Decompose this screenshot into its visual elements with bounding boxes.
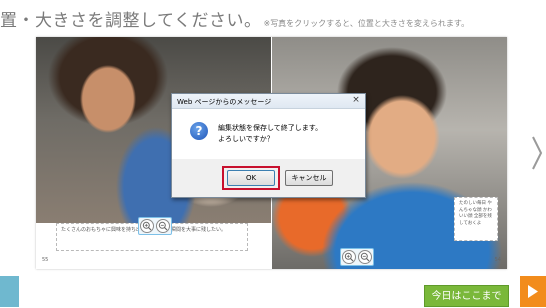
dialog-title: Web ページからのメッセージ bbox=[177, 98, 272, 106]
zoom-in-icon[interactable] bbox=[140, 219, 154, 233]
zoom-out-icon[interactable] bbox=[358, 250, 372, 264]
close-icon[interactable]: × bbox=[351, 95, 361, 105]
dialog-message-line1: 編集状態を保存して終了します。 bbox=[218, 124, 323, 132]
cancel-button[interactable]: キャンセル bbox=[285, 170, 333, 186]
left-zoom-controls bbox=[138, 217, 172, 235]
zoom-in-icon[interactable] bbox=[342, 250, 356, 264]
instruction-heading: 置・大きさを調整してください。 ※写真をクリックすると、位置と大きさを変えられます… bbox=[0, 6, 546, 31]
instruction-text: 置・大きさを調整してください。 bbox=[0, 11, 262, 31]
confirm-dialog: Web ページからのメッセージ × ? 編集状態を保存して終了します。 よろしい… bbox=[171, 93, 366, 198]
dialog-body: ? 編集状態を保存して終了します。 よろしいですか？ bbox=[172, 109, 365, 159]
ok-button[interactable]: OK bbox=[227, 170, 275, 186]
done-for-today-button[interactable]: 今日はここまで bbox=[424, 285, 509, 307]
question-icon: ? bbox=[190, 122, 208, 140]
dialog-title-bar[interactable]: Web ページからのメッセージ × bbox=[172, 94, 365, 109]
instruction-note: ※写真をクリックすると、位置と大きさを変えられます。 bbox=[263, 19, 470, 28]
side-tab[interactable] bbox=[0, 276, 19, 307]
left-page-number: 55 bbox=[42, 257, 49, 263]
next-button[interactable] bbox=[520, 276, 546, 307]
play-arrow-icon bbox=[528, 285, 538, 298]
next-page-arrow-icon[interactable] bbox=[531, 135, 543, 175]
right-caption-box[interactable]: たのしい毎日 やんちゃな顔 かわいい顔 全部を残しておくよ bbox=[454, 197, 498, 241]
right-page-number: 54 bbox=[494, 257, 501, 263]
right-zoom-controls bbox=[340, 248, 374, 266]
zoom-out-icon[interactable] bbox=[156, 219, 170, 233]
dialog-message-line2: よろしいですか？ bbox=[218, 135, 274, 143]
